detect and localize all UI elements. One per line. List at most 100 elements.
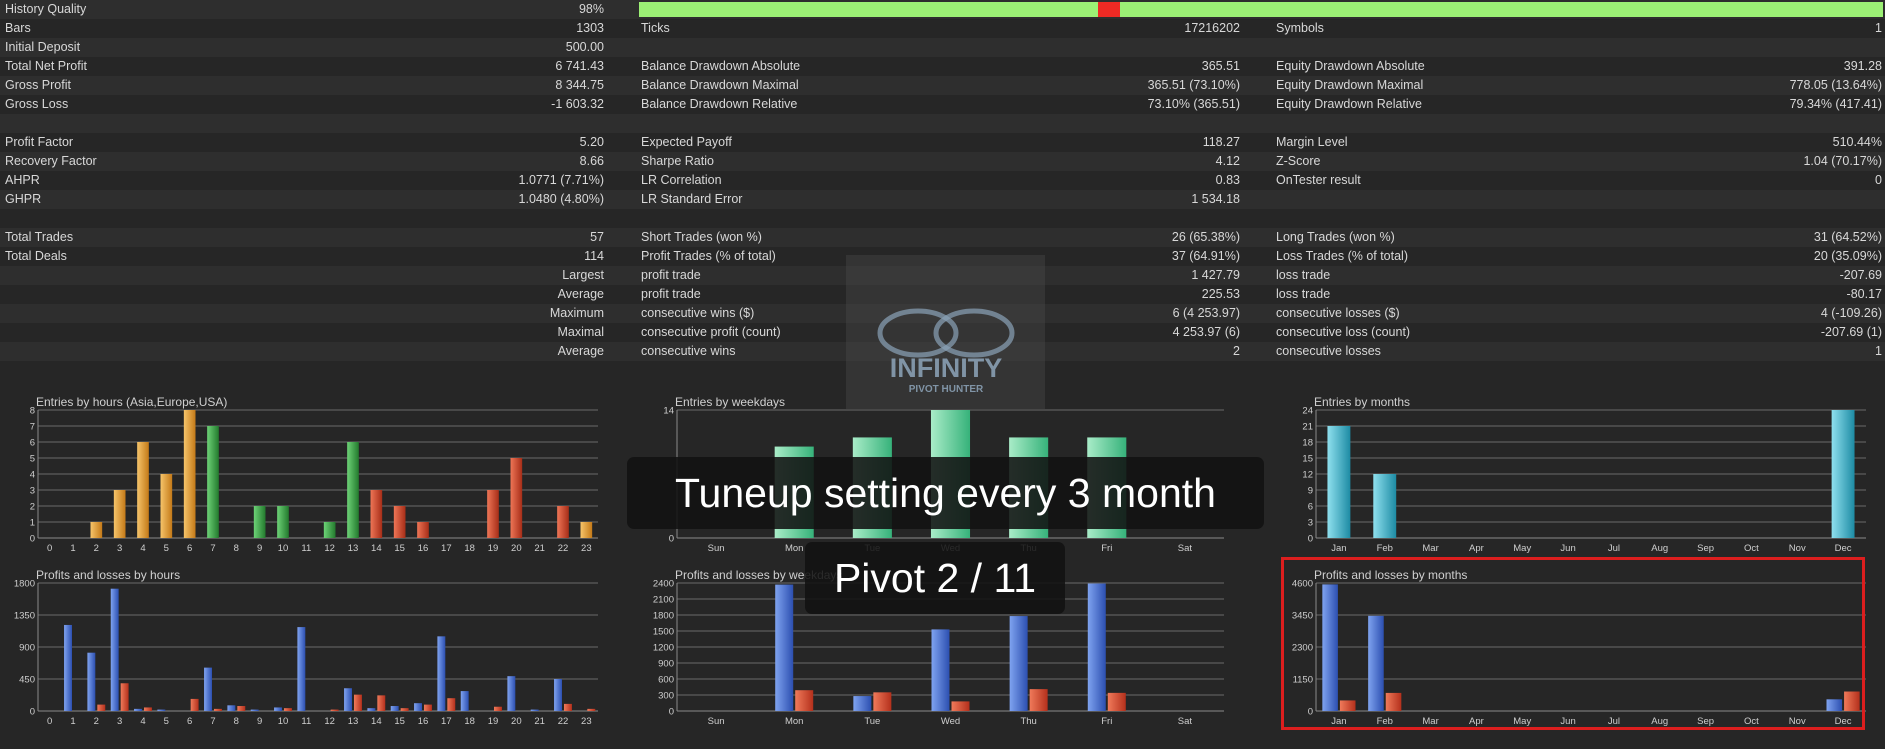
stats-cell-c-value: -80.17 [1846,287,1882,301]
entries-bar [557,506,569,538]
stats-cell-c-value: 4 (-109.26) [1820,306,1882,320]
profit-bar [274,707,282,711]
entries-bar [253,506,266,538]
y-tick-label: 900 [19,643,35,654]
stats-cell-b-value: 17216202 [1184,21,1240,35]
x-tick-label: 3 [117,716,122,727]
stats-cell-a-value: Largest [562,268,604,282]
x-tick-label: May [1513,543,1531,554]
loss-bar [400,708,409,711]
stats-cell-a-label: Gross Profit [5,78,71,92]
loss-bar [951,701,970,711]
profit-bar [390,706,399,711]
stats-cell-b-label: consecutive profit (count) [641,325,781,339]
stats-cell-b-value: 0.83 [1215,173,1240,187]
profit-bar [530,709,539,711]
x-tick-label: Thu [1020,716,1036,727]
stats-cell-b-label: LR Correlation [641,173,722,187]
stats-cell-c-value: 0 [1875,173,1882,187]
x-tick-label: Nov [1789,543,1806,554]
x-tick-label: 0 [47,543,52,554]
x-tick-label: 21 [534,543,545,554]
y-tick-label: 0 [1308,534,1313,545]
profit-bar [157,709,166,711]
entries-bar [1327,426,1351,538]
x-tick-label: 23 [581,543,592,554]
profit-bar [414,703,422,711]
y-tick-label: 0 [669,534,674,545]
entries-bar [207,426,219,538]
stats-cell-b-label: Short Trades (won %) [641,230,762,244]
x-tick-label: 9 [257,543,262,554]
y-tick-label: 0 [669,707,674,718]
stats-cell-c-label: Loss Trades (% of total) [1276,249,1409,263]
loss-bar [330,709,339,711]
y-tick-label: 1500 [653,627,674,638]
stats-cell-c-label: Long Trades (won %) [1276,230,1395,244]
x-tick-label: 11 [301,543,311,554]
stats-cell-b-value: 365.51 (73.10%) [1147,78,1240,92]
stats-cell-c-value: 79.34% (417.41) [1789,97,1882,111]
entries-bar [1831,410,1855,538]
x-tick-label: 2 [94,716,99,727]
x-tick-label: 4 [140,716,145,727]
y-tick-label: 6 [1308,502,1313,513]
stats-row: Total Trades 57 Short Trades (won %) 26 (65… [0,228,1885,247]
stats-cell-b-value: 26 (65.38%) [1171,230,1240,244]
x-tick-label: 18 [464,716,475,727]
profit-bar [87,652,96,711]
y-tick-label: 14 [663,406,674,417]
x-tick-label: 2 [94,543,99,554]
stats-cell-c-value: 1 [1875,21,1882,35]
y-tick-label: 600 [658,675,674,686]
stats-cell-c-label: loss trade [1276,287,1331,301]
x-tick-label: Mon [785,543,803,554]
chart-title: Entries by months [1314,395,1410,409]
profit-bar [64,624,72,711]
x-tick-label: 4 [140,543,145,554]
x-tick-label: 15 [394,543,405,554]
loss-bar [795,690,814,711]
stats-cell-a-value: 1.0771 (7.71%) [518,173,604,187]
entries-bar [323,522,336,538]
stats-cell-b-label: Balance Drawdown Maximal [641,78,799,92]
entries-bar [347,442,359,538]
x-tick-label: 19 [488,543,499,554]
x-tick-label: 22 [558,716,569,727]
stats-row: Gross Profit 8 344.75 Balance Drawdown Max… [0,76,1885,95]
x-tick-label: 1 [70,716,75,727]
x-tick-label: 22 [558,543,569,554]
stats-cell-b-value: 225.53 [1201,287,1240,301]
entries-bar [137,442,149,538]
x-tick-label: Jun [1560,543,1575,554]
entries-by-months-chart: Entries by months 0 3 6 9 12 15 18 21 24 Jan Feb Mar… [1302,395,1866,554]
y-tick-label: 3 [30,486,35,497]
stats-cell-a-value: 114 [584,249,604,263]
x-tick-label: 20 [511,543,522,554]
x-tick-label: 12 [324,543,335,554]
y-tick-label: 0 [30,534,35,545]
stats-cell-a-value: 1.0480 (4.80%) [518,192,604,206]
stats-row-history-quality: History Quality 98% [0,0,1885,19]
x-tick-label: Sep [1697,543,1714,554]
profit-bar [554,679,562,711]
stats-row: Recovery Factor 8.66 Sharpe Ratio 4.12 Z-Sco… [0,152,1885,171]
x-tick-label: 16 [418,716,429,727]
entries-bar [393,506,406,538]
stats-cell-c-value: 510.44% [1832,135,1882,149]
stats-row: Total Net Profit 6 741.43 Balance Drawdown… [0,57,1885,76]
entries-bar [580,522,593,538]
infinity-logo-icon: INFINITY PIVOT HUNTER [877,308,1015,395]
y-tick-label: 21 [1302,422,1313,433]
x-tick-label: 13 [348,716,359,727]
history-quality-gap-marker [1098,2,1120,17]
x-tick-label: 3 [117,543,122,554]
stats-cell-c-label: Z-Score [1276,154,1321,168]
profit-bar [297,627,306,711]
stats-cell-c-value: 1 [1875,344,1882,358]
stats-cell-a-value: Average [557,287,604,301]
loss-bar [564,703,572,711]
profit-bar [344,688,352,711]
y-tick-label: 2 [30,502,35,513]
x-tick-label: Tue [864,716,880,727]
